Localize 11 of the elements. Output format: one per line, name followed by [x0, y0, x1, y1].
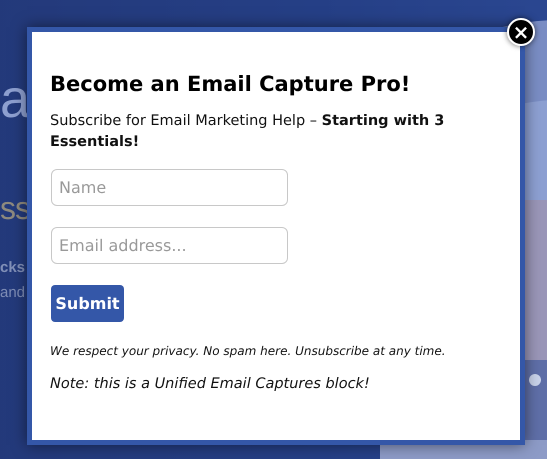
input-field[interactable]: Name	[51, 169, 288, 206]
background-text: and	[0, 285, 26, 300]
background-text: cks	[0, 260, 26, 275]
background-text: a	[0, 72, 27, 126]
input-field[interactable]: Email address...	[51, 227, 288, 264]
intro-text: Subscribe for Email Marketing Help – Starting with 3 Essentials!	[50, 112, 446, 152]
close-button[interactable]: ×	[507, 18, 535, 46]
popup-title: Become an Email Capture Pro!	[50, 72, 412, 98]
privacy-text: We respect your privacy. No spam here. Unsubscribe at any time.	[50, 343, 447, 360]
submit-button[interactable]: Submit	[51, 285, 124, 322]
note-text: Note: this is a Unified Email Captures block!	[50, 375, 371, 394]
